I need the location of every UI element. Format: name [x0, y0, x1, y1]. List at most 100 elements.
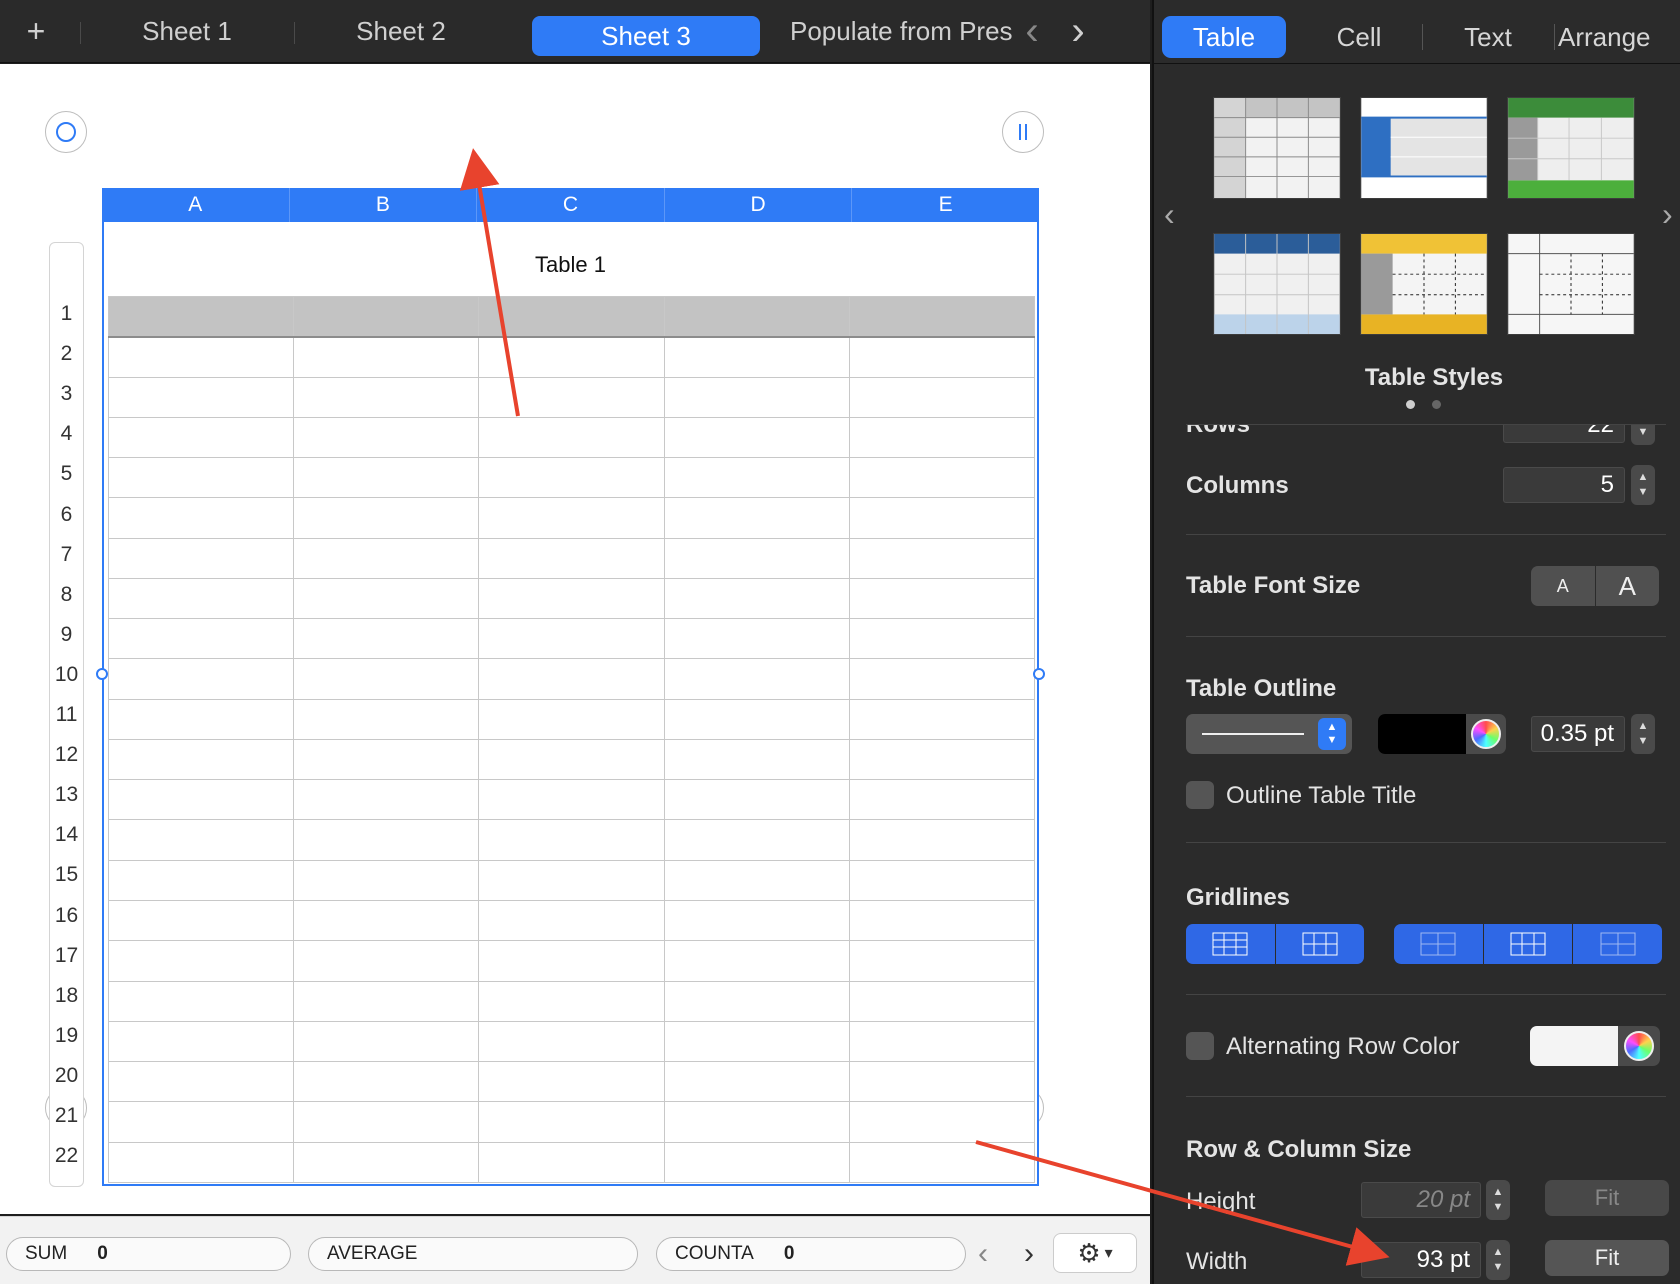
- columns-field[interactable]: 5: [1503, 467, 1625, 503]
- resize-handle-right[interactable]: [1033, 668, 1045, 680]
- cell-b12[interactable]: [293, 738, 480, 781]
- cell-e2[interactable]: [848, 336, 1036, 378]
- cell-d1[interactable]: [663, 295, 850, 338]
- table-style-navy[interactable]: [1213, 233, 1341, 335]
- cell-c12[interactable]: [478, 738, 665, 781]
- tab-sheet-2[interactable]: Sheet 2: [296, 0, 506, 63]
- cell-e10[interactable]: [848, 658, 1036, 700]
- chevron-left-icon[interactable]: ‹: [1164, 196, 1175, 233]
- cell-b4[interactable]: [293, 416, 480, 459]
- cell-c3[interactable]: [478, 376, 665, 418]
- table-style-gray[interactable]: [1213, 97, 1341, 199]
- row-header-8[interactable]: 8: [50, 575, 83, 615]
- width-stepper[interactable]: ▲ ▼: [1486, 1240, 1510, 1280]
- row-header-1[interactable]: 1: [50, 294, 83, 334]
- cell-c9[interactable]: [478, 618, 665, 660]
- cell-a11[interactable]: [107, 698, 295, 740]
- cell-a3[interactable]: [107, 376, 295, 418]
- row-header-bar[interactable]: 1 2 3 4 5 6 7 8 9 10 11 12 13 14 15 16 17 18 19 20 21 22: [49, 242, 84, 1187]
- row-header-2[interactable]: 2: [50, 334, 83, 374]
- tab-text[interactable]: Text: [1430, 16, 1546, 58]
- row-header-10[interactable]: 10: [50, 655, 83, 695]
- cell-a16[interactable]: [107, 899, 295, 942]
- chevron-left-icon[interactable]: ‹: [1016, 0, 1048, 63]
- cell-b2[interactable]: [293, 336, 480, 378]
- outline-width-stepper[interactable]: ▲ ▼: [1631, 714, 1655, 754]
- cell-d9[interactable]: [663, 618, 850, 660]
- chevron-right-icon[interactable]: ›: [1024, 1237, 1034, 1271]
- row-header-20[interactable]: 20: [50, 1056, 83, 1096]
- fit-height-button[interactable]: Fit: [1545, 1180, 1669, 1216]
- cell-c22[interactable]: [478, 1141, 665, 1184]
- cell-d12[interactable]: [663, 738, 850, 781]
- column-header-e[interactable]: E: [852, 188, 1039, 222]
- cell-c5[interactable]: [478, 457, 665, 499]
- decrease-font-button[interactable]: A: [1531, 566, 1596, 606]
- outline-color-well[interactable]: [1378, 714, 1506, 754]
- cell-e12[interactable]: [848, 738, 1036, 781]
- cell-d13[interactable]: [663, 779, 850, 821]
- cell-d5[interactable]: [663, 457, 850, 499]
- cell-e8[interactable]: [848, 577, 1036, 620]
- cell-c20[interactable]: [478, 1061, 665, 1103]
- cell-c2[interactable]: [478, 336, 665, 378]
- height-stepper[interactable]: ▲ ▼: [1486, 1180, 1510, 1220]
- row-header-18[interactable]: 18: [50, 976, 83, 1016]
- add-sheet-button[interactable]: +: [14, 0, 58, 63]
- cell-a10[interactable]: [107, 658, 295, 700]
- outline-title-checkbox[interactable]: [1186, 781, 1214, 809]
- column-header-d[interactable]: D: [665, 188, 853, 222]
- cell-b20[interactable]: [293, 1061, 480, 1103]
- cell-c16[interactable]: [478, 899, 665, 942]
- cell-e14[interactable]: [848, 819, 1036, 861]
- width-field[interactable]: 93 pt: [1361, 1242, 1481, 1278]
- cell-e19[interactable]: [848, 1020, 1036, 1063]
- cell-d10[interactable]: [663, 658, 850, 700]
- vertical-gridlines-button[interactable]: [1276, 924, 1365, 964]
- cell-a9[interactable]: [107, 618, 295, 660]
- cell-d16[interactable]: [663, 899, 850, 942]
- page-dot-active[interactable]: [1406, 400, 1415, 409]
- cell-b21[interactable]: [293, 1101, 480, 1143]
- cell-e6[interactable]: [848, 497, 1036, 539]
- cell-c17[interactable]: [478, 940, 665, 982]
- row-header-21[interactable]: 21: [50, 1096, 83, 1136]
- row-header-17[interactable]: 17: [50, 936, 83, 976]
- cell-a13[interactable]: [107, 779, 295, 821]
- cell-b10[interactable]: [293, 658, 480, 700]
- cell-e22[interactable]: [848, 1141, 1036, 1184]
- cell-c13[interactable]: [478, 779, 665, 821]
- table-style-yellow[interactable]: [1360, 233, 1488, 335]
- cell-c14[interactable]: [478, 819, 665, 861]
- cell-d7[interactable]: [663, 537, 850, 579]
- table-style-blue-side[interactable]: [1360, 97, 1488, 199]
- row-header-3[interactable]: 3: [50, 374, 83, 414]
- chevron-right-icon[interactable]: ›: [1062, 0, 1094, 63]
- row-header-5[interactable]: 5: [50, 454, 83, 494]
- row-header-7[interactable]: 7: [50, 535, 83, 575]
- cell-a2[interactable]: [107, 336, 295, 378]
- cell-b15[interactable]: [293, 859, 480, 901]
- tab-cell[interactable]: Cell: [1304, 16, 1414, 58]
- row-header-12[interactable]: 12: [50, 735, 83, 775]
- cell-a18[interactable]: [107, 980, 295, 1022]
- cell-d19[interactable]: [663, 1020, 850, 1063]
- cell-e16[interactable]: [848, 899, 1036, 942]
- horizontal-gridlines-button[interactable]: [1186, 924, 1276, 964]
- row-header-4[interactable]: 4: [50, 414, 83, 454]
- cell-a22[interactable]: [107, 1141, 295, 1184]
- cell-a6[interactable]: [107, 497, 295, 539]
- column-header-b[interactable]: B: [290, 188, 478, 222]
- cell-e1[interactable]: [848, 295, 1036, 338]
- cell-c7[interactable]: [478, 537, 665, 579]
- cell-d17[interactable]: [663, 940, 850, 982]
- cell-b16[interactable]: [293, 899, 480, 942]
- row-header-15[interactable]: 15: [50, 855, 83, 895]
- cell-b14[interactable]: [293, 819, 480, 861]
- cell-d14[interactable]: [663, 819, 850, 861]
- cell-a4[interactable]: [107, 416, 295, 459]
- cell-b9[interactable]: [293, 618, 480, 660]
- cell-b3[interactable]: [293, 376, 480, 418]
- cell-e3[interactable]: [848, 376, 1036, 418]
- cell-d3[interactable]: [663, 376, 850, 418]
